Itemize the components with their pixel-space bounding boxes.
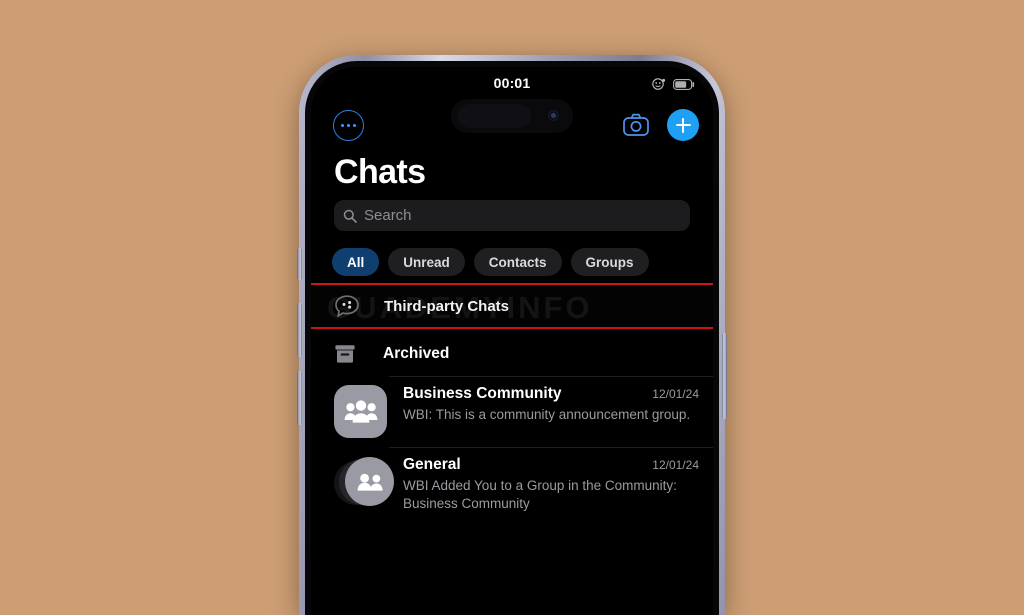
camera-icon[interactable] [623, 113, 649, 136]
page-title: Chats [334, 153, 426, 191]
more-dot [340, 123, 345, 128]
power-button[interactable] [722, 333, 727, 419]
chat-header-line: General 12/01/24 [403, 456, 699, 474]
screenshot-canvas: 00:01 Chats Search All Unread Contacts G… [0, 0, 1024, 615]
row-separator [389, 447, 713, 448]
row-separator [389, 376, 713, 377]
phone-device-frame: 00:01 Chats Search All Unread Contacts G… [297, 55, 727, 615]
plus-icon [681, 117, 685, 133]
navigation-bar [311, 103, 713, 149]
filter-tab-unread[interactable]: Unread [388, 248, 465, 276]
chat-timestamp: 12/01/24 [652, 458, 699, 472]
search-placeholder: Search [364, 207, 412, 224]
group-three-people-icon [334, 385, 387, 438]
search-input[interactable]: Search [334, 200, 690, 231]
group-two-people-icon [334, 456, 394, 509]
silent-switch-button[interactable] [297, 248, 302, 280]
archived-label: Archived [383, 344, 450, 362]
chat-name: General [403, 456, 461, 473]
chat-list: Archived Business Community 12/01/24 WBI… [311, 331, 713, 615]
avatar [334, 456, 394, 509]
speech-bubble-dots-icon [335, 295, 359, 318]
chat-content: General 12/01/24 WBI Added You to a Grou… [403, 456, 713, 513]
filter-tab-contacts[interactable]: Contacts [473, 248, 562, 276]
chat-list-item-business-community[interactable]: Business Community 12/01/24 WBI: This is… [311, 376, 713, 447]
status-bar-icons [651, 78, 695, 90]
filter-tab-all[interactable]: All [332, 248, 380, 276]
more-circle-icon[interactable] [333, 110, 364, 141]
chat-filter-tabs: All Unread Contacts Groups [332, 248, 649, 276]
search-icon [343, 209, 357, 223]
chat-preview: WBI Added You to a Group in the Communit… [403, 478, 677, 511]
archive-box-icon [335, 344, 355, 363]
third-party-chats-row[interactable]: GUADEMYINFO Third-party Chats [311, 285, 713, 327]
more-dot [352, 123, 357, 128]
third-party-chats-label: Third-party Chats [384, 297, 510, 315]
avatar-stack-top [345, 457, 394, 506]
phone-screen: 00:01 Chats Search All Unread Contacts G… [311, 67, 713, 615]
chat-list-item-general[interactable]: General 12/01/24 WBI Added You to a Grou… [311, 447, 713, 522]
chat-timestamp: 12/01/24 [652, 387, 699, 401]
face-id-icon [652, 78, 666, 90]
chat-preview: WBI: This is a community announcement gr… [403, 407, 691, 422]
archived-row[interactable]: Archived [311, 331, 713, 376]
filter-tab-groups[interactable]: Groups [570, 248, 649, 276]
avatar [334, 385, 387, 438]
chat-header-line: Business Community 12/01/24 [403, 385, 699, 403]
chat-name: Business Community [403, 385, 562, 402]
group-two-people-glyph [357, 473, 383, 491]
volume-down-button[interactable] [297, 371, 302, 425]
group-three-people-glyph [344, 399, 377, 423]
battery-icon [673, 78, 695, 90]
new-chat-plus-button[interactable] [667, 109, 699, 141]
chat-content: Business Community 12/01/24 WBI: This is… [403, 385, 713, 424]
more-dot [346, 123, 351, 128]
volume-up-button[interactable] [297, 303, 302, 357]
